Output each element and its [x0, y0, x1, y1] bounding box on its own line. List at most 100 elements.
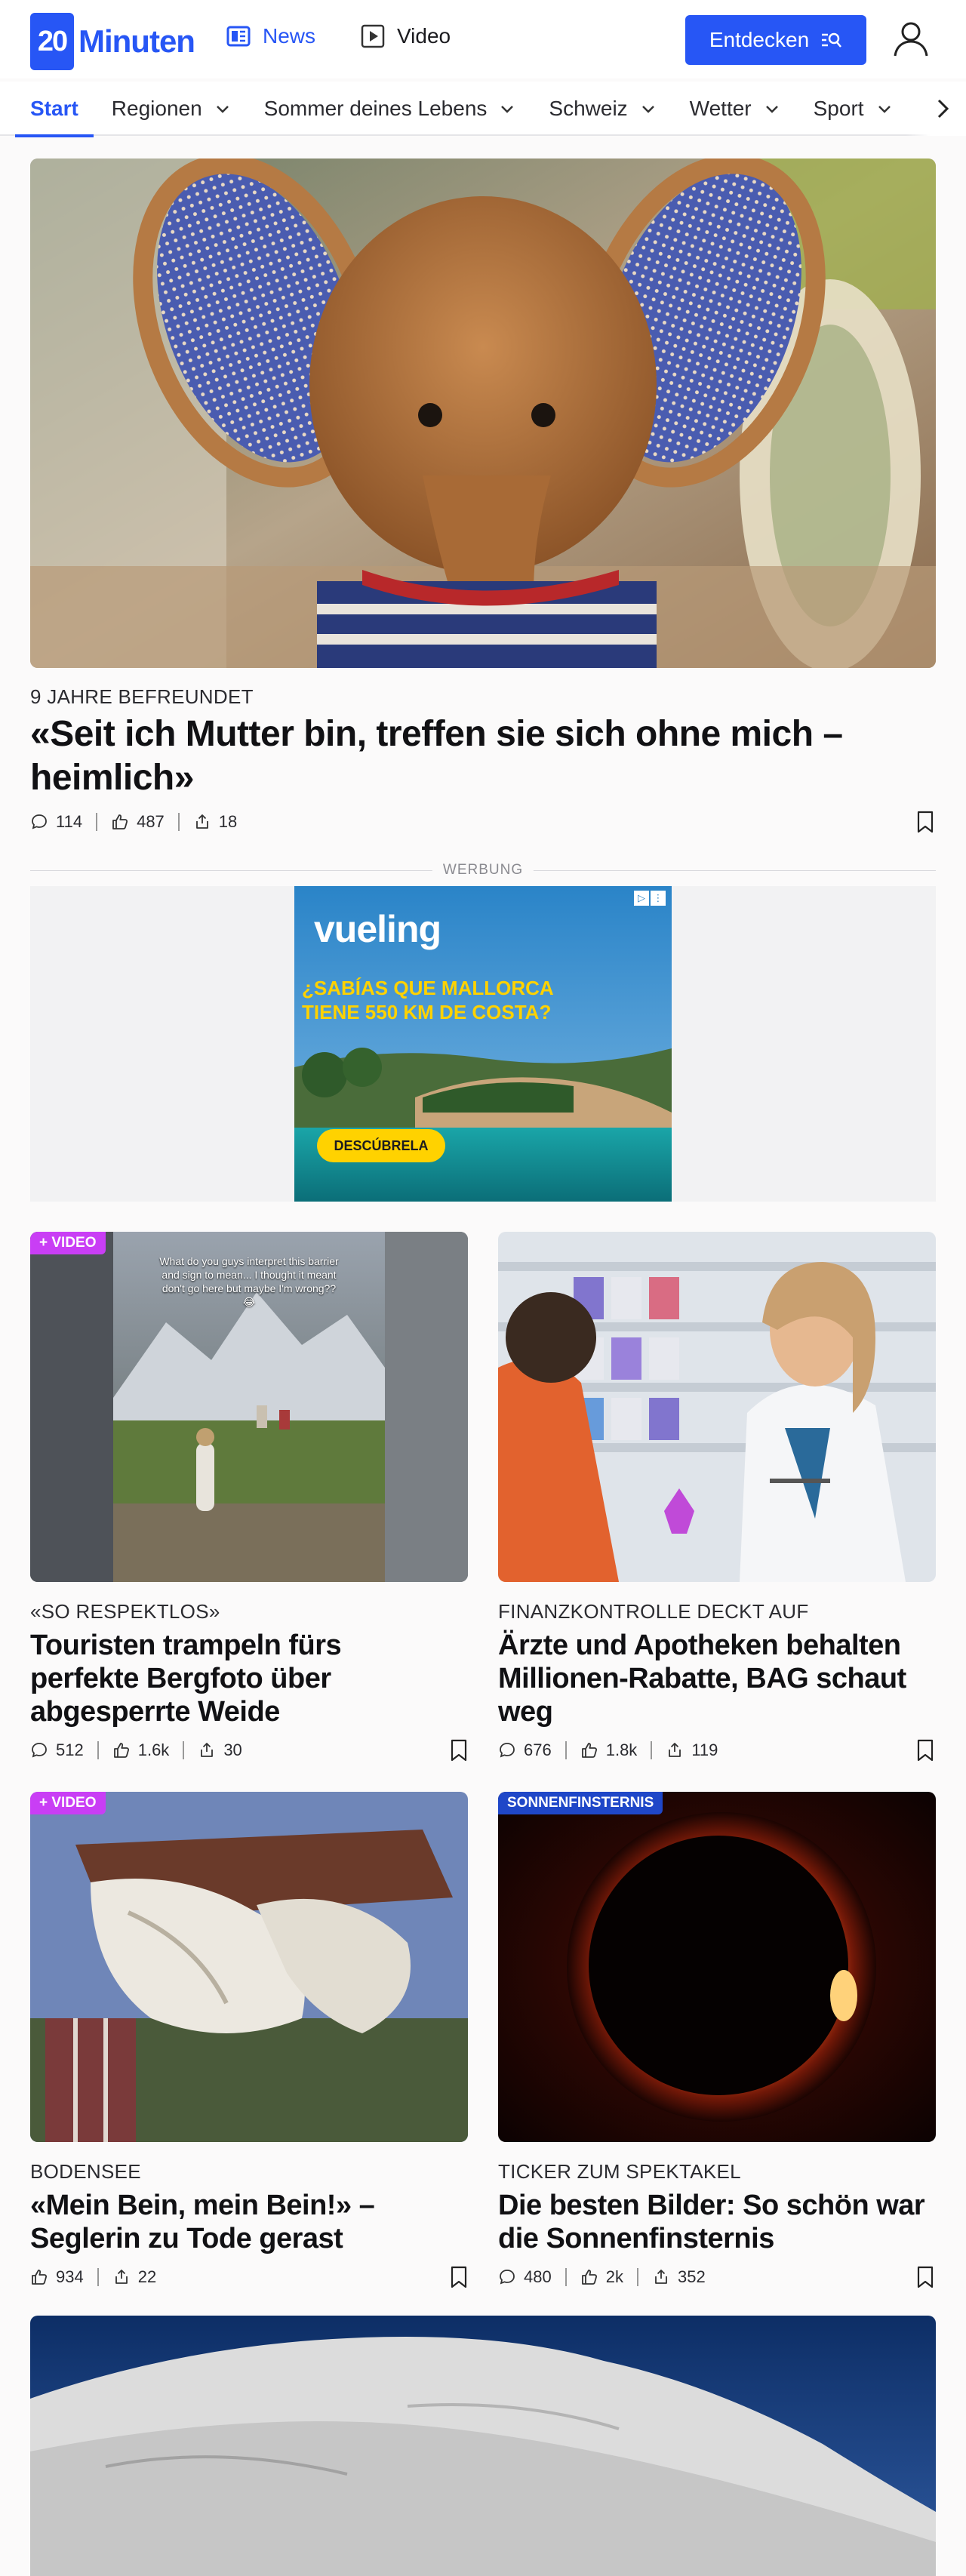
share-count-value: 30: [223, 1740, 242, 1759]
divider: [177, 813, 180, 831]
article-4-headline[interactable]: Die besten Bilder: So schön war die Sonn…: [498, 2189, 936, 2255]
category-wetter[interactable]: Wetter: [690, 82, 780, 136]
share-count[interactable]: 18: [193, 812, 237, 832]
article-4-meta: 480 2k 352: [498, 2266, 706, 2288]
comment-count[interactable]: 676: [498, 1740, 552, 1760]
share-count[interactable]: 30: [198, 1740, 242, 1760]
hero-kicker: 9 JAHRE BEFREUNDET: [30, 685, 254, 708]
hero-headline[interactable]: «Seit ich Mutter bin, treffen sie sich o…: [30, 712, 921, 800]
bookmark-icon[interactable]: [915, 2266, 936, 2288]
like-count[interactable]: 487: [111, 812, 165, 832]
share-count[interactable]: 352: [652, 2267, 706, 2287]
article-5-image[interactable]: [30, 2316, 936, 2576]
article-3-image[interactable]: + VIDEO: [30, 1792, 468, 2142]
article-4-image[interactable]: SONNENFINSTERNIS: [498, 1792, 936, 2142]
article-1-kicker: «SO RESPEKTLOS»: [30, 1600, 220, 1623]
logo-text: Minuten: [78, 23, 195, 59]
article-1-meta: 512 1.6k 30: [30, 1739, 242, 1762]
bookmark-icon[interactable]: [915, 811, 936, 833]
ad-headline-line2: TIENE 550 KM DE COSTA?: [302, 1001, 552, 1023]
bookmark-icon[interactable]: [448, 1739, 469, 1762]
like-count-value: 2k: [605, 2267, 623, 2286]
share-count[interactable]: 22: [112, 2267, 156, 2287]
hero-meta: 114 487 18: [30, 811, 237, 833]
share-count-value: 22: [137, 2267, 157, 2286]
category-schweiz[interactable]: Schweiz: [549, 82, 656, 136]
nav-video[interactable]: Video: [359, 23, 451, 50]
article-3-kicker: BODENSEE: [30, 2160, 141, 2183]
category-label: Wetter: [689, 97, 752, 120]
divider: [636, 2268, 638, 2286]
share-icon: [669, 1743, 681, 1757]
thumbs-up-icon: [32, 2270, 48, 2285]
share-count-value: 119: [691, 1740, 718, 1759]
article-2-headline[interactable]: Ärzte und Apotheken behalten Millionen-R…: [498, 1629, 936, 1728]
ad-label: WERBUNG: [432, 862, 534, 879]
video-badge: + VIDEO: [30, 1792, 106, 1814]
logo-mark: 20: [30, 13, 74, 70]
category-regionen[interactable]: Regionen: [112, 82, 231, 136]
ad-creative[interactable]: ▷ ⋮ vueling ¿SABÍAS QUE MALLORCA TIENE 5…: [294, 886, 672, 1202]
topic-badge: SONNENFINSTERNIS: [498, 1792, 663, 1814]
news-icon: [226, 26, 251, 47]
article-1-image[interactable]: What do you guys interpret this barrier …: [30, 1232, 468, 1582]
like-count-value: 487: [137, 812, 165, 831]
comment-count[interactable]: 114: [30, 812, 82, 832]
ad-choices[interactable]: ▷ ⋮: [634, 891, 666, 906]
bookmark-icon[interactable]: [448, 2266, 469, 2288]
divider: [97, 2268, 99, 2286]
category-scroll-right[interactable]: [906, 82, 966, 136]
comment-count[interactable]: 480: [498, 2267, 552, 2287]
category-label: Regionen: [111, 97, 202, 120]
comment-count-value: 480: [524, 2267, 552, 2286]
like-count[interactable]: 1.8k: [580, 1740, 637, 1760]
ad-brand: vueling: [314, 908, 441, 950]
discover-button[interactable]: Entdecken: [685, 15, 866, 65]
chevron-down-icon: [501, 106, 514, 113]
nav-news[interactable]: News: [225, 23, 315, 50]
divider: [565, 1741, 567, 1759]
divider: [651, 1741, 653, 1759]
share-count[interactable]: 119: [666, 1740, 718, 1760]
like-count[interactable]: 1.6k: [112, 1740, 169, 1760]
category-nav: Start Regionen Sommer deines Lebens Schw…: [0, 82, 966, 137]
article-3-meta: 934 22: [30, 2266, 156, 2288]
article-3-headline[interactable]: «Mein Bein, mein Bein!» – Seglerin zu To…: [30, 2189, 453, 2255]
category-sport[interactable]: Sport: [814, 82, 893, 136]
category-sommer[interactable]: Sommer deines Lebens: [264, 82, 516, 136]
ad-headline-line1: ¿SABÍAS QUE MALLORCA: [302, 977, 554, 999]
video-play-icon: [361, 24, 385, 48]
thumbs-up-icon: [112, 814, 128, 829]
ad-cta-button[interactable]: DESCÚBRELA: [317, 1129, 445, 1162]
comment-count-value: 512: [56, 1740, 84, 1759]
comment-icon: [500, 2270, 515, 2285]
share-icon: [115, 2270, 128, 2284]
category-start[interactable]: Start: [15, 82, 94, 137]
category-label: Sport: [813, 97, 864, 120]
hero-photo-plush-elephant: [30, 158, 936, 668]
comment-count-value: 114: [56, 812, 83, 831]
article-1-headline[interactable]: Touristen trampeln fürs perfekte Bergfot…: [30, 1629, 453, 1728]
article-3-photo-wrecked-boat: [30, 1792, 468, 2142]
top-header: 20 Minuten News Video Entdecken: [0, 0, 966, 78]
category-label: Start: [30, 97, 78, 120]
chevron-right-icon: [937, 99, 949, 118]
comment-count[interactable]: 512: [30, 1740, 84, 1760]
comment-icon: [32, 814, 47, 829]
site-logo[interactable]: 20 Minuten: [30, 12, 195, 71]
article-2-image[interactable]: [498, 1232, 936, 1582]
article-2-meta: 676 1.8k 119: [498, 1739, 718, 1762]
article-5-photo-glacier: [30, 2316, 936, 2576]
article-2-photo-pharmacy: [498, 1232, 936, 1582]
like-count[interactable]: 2k: [580, 2267, 623, 2287]
hero-image[interactable]: [30, 158, 936, 668]
like-count[interactable]: 934: [30, 2267, 84, 2287]
category-label: Sommer deines Lebens: [263, 97, 488, 120]
divider: [183, 1741, 185, 1759]
ad-menu-icon: ⋮: [651, 891, 666, 906]
share-count-value: 352: [677, 2267, 706, 2286]
user-account-icon[interactable]: [891, 18, 931, 60]
share-icon: [195, 814, 208, 829]
divider: [565, 2268, 567, 2286]
bookmark-icon[interactable]: [915, 1739, 936, 1762]
